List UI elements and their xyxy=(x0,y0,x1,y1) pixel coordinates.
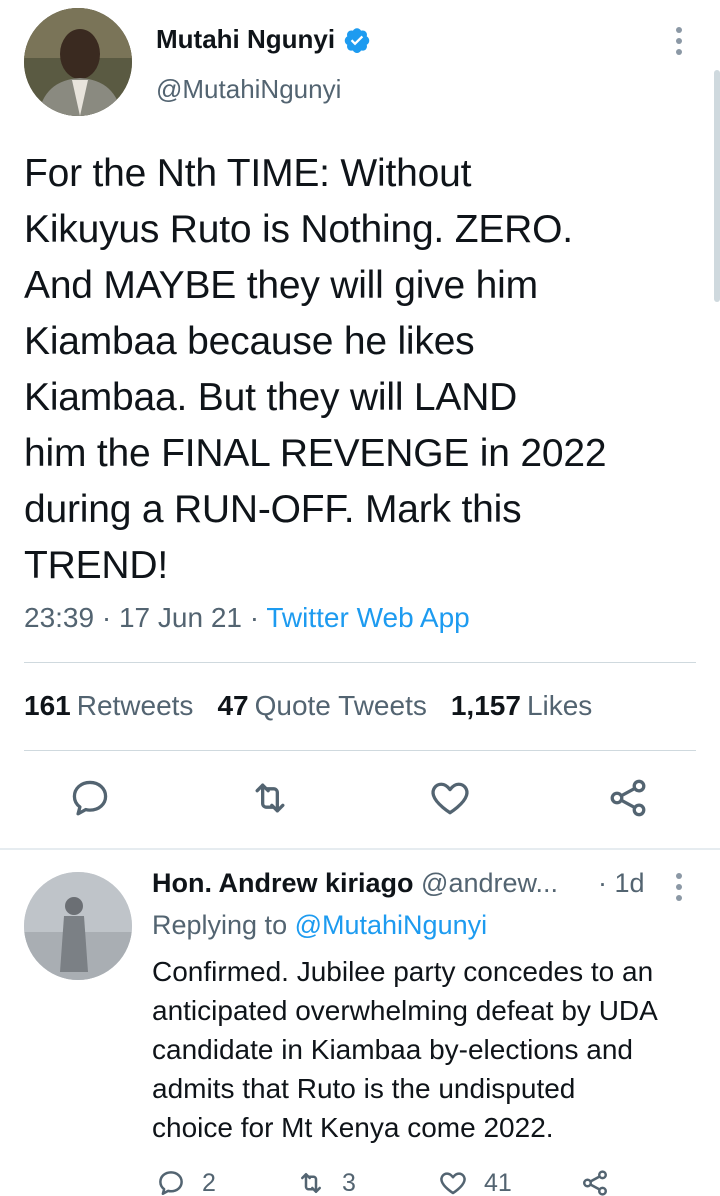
more-vertical-icon[interactable] xyxy=(674,872,684,902)
tweet-time: 23:39 xyxy=(24,602,95,633)
reply-like-count: 41 xyxy=(484,1168,512,1196)
likes-count: 1,157 xyxy=(450,690,521,721)
quotes-stat[interactable]: 47 Quote Tweets xyxy=(217,690,426,722)
retweets-count: 161 xyxy=(24,690,71,721)
tweet-meta: 23:39 · 17 Jun 21 · Twitter Web App xyxy=(24,602,470,634)
tweet-date: 17 Jun 21 xyxy=(118,602,242,633)
reply-like-action[interactable]: 41 xyxy=(438,1168,512,1196)
quotes-count: 47 xyxy=(217,690,249,721)
heart-icon[interactable] xyxy=(438,1168,468,1196)
reply-retweet-count: 3 xyxy=(342,1168,356,1196)
retweet-icon[interactable] xyxy=(296,1168,326,1196)
author-name-text[interactable]: Mutahi Ngunyi xyxy=(156,24,335,55)
reply-time: · 1d xyxy=(598,868,645,898)
meta-separator: · xyxy=(101,602,119,633)
author-name[interactable]: Mutahi Ngunyi xyxy=(156,24,371,55)
verified-badge-icon xyxy=(343,26,371,54)
replying-label: Replying to xyxy=(152,910,288,940)
tweet-text: For the Nth TIME: Without Kikuyus Ruto i… xyxy=(24,152,607,587)
more-vertical-icon[interactable] xyxy=(674,26,684,56)
scrollbar[interactable] xyxy=(714,70,720,302)
divider xyxy=(24,750,696,751)
retweet-icon[interactable] xyxy=(248,776,292,820)
quotes-label: Quote Tweets xyxy=(254,690,427,721)
author-handle[interactable]: @MutahiNgunyi xyxy=(156,74,341,105)
reply-reply-action[interactable]: 2 xyxy=(156,1168,216,1196)
reply-author-handle[interactable]: @andrew... xyxy=(421,868,558,898)
retweets-label: Retweets xyxy=(76,690,194,721)
divider xyxy=(24,662,696,663)
reply-text: Confirmed. Jubilee party concedes to an … xyxy=(152,956,658,1143)
likes-stat[interactable]: 1,157 Likes xyxy=(451,690,592,722)
likes-label: Likes xyxy=(526,690,593,721)
tweet-actions xyxy=(0,776,720,832)
reply-author-avatar[interactable] xyxy=(24,872,132,980)
reply-time-value: 1d xyxy=(614,868,645,898)
replying-to-handle[interactable]: @MutahiNgunyi xyxy=(295,910,488,940)
share-icon[interactable] xyxy=(606,776,650,820)
section-divider xyxy=(0,848,720,850)
reply-author-name[interactable]: Hon. Andrew kiriago xyxy=(152,868,414,898)
reply-icon[interactable] xyxy=(156,1168,186,1196)
author-avatar[interactable] xyxy=(24,8,132,116)
tweet-stats: 161 Retweets 47 Quote Tweets 1,157 Likes xyxy=(24,690,592,722)
reply-reply-count: 2 xyxy=(202,1168,216,1196)
replying-to: Replying to @MutahiNgunyi xyxy=(152,910,487,941)
reply-share-action[interactable] xyxy=(580,1168,610,1196)
meta-separator: · xyxy=(249,602,267,633)
share-icon[interactable] xyxy=(580,1168,610,1196)
retweets-stat[interactable]: 161 Retweets xyxy=(24,690,193,722)
reply-retweet-action[interactable]: 3 xyxy=(296,1168,356,1196)
reply-icon[interactable] xyxy=(68,776,112,820)
heart-icon[interactable] xyxy=(428,776,472,820)
reply-actions: 2 3 41 xyxy=(152,1168,712,1196)
reply-header: Hon. Andrew kiriago @andrew... xyxy=(152,868,558,899)
tweet-app-link[interactable]: Twitter Web App xyxy=(266,602,469,633)
